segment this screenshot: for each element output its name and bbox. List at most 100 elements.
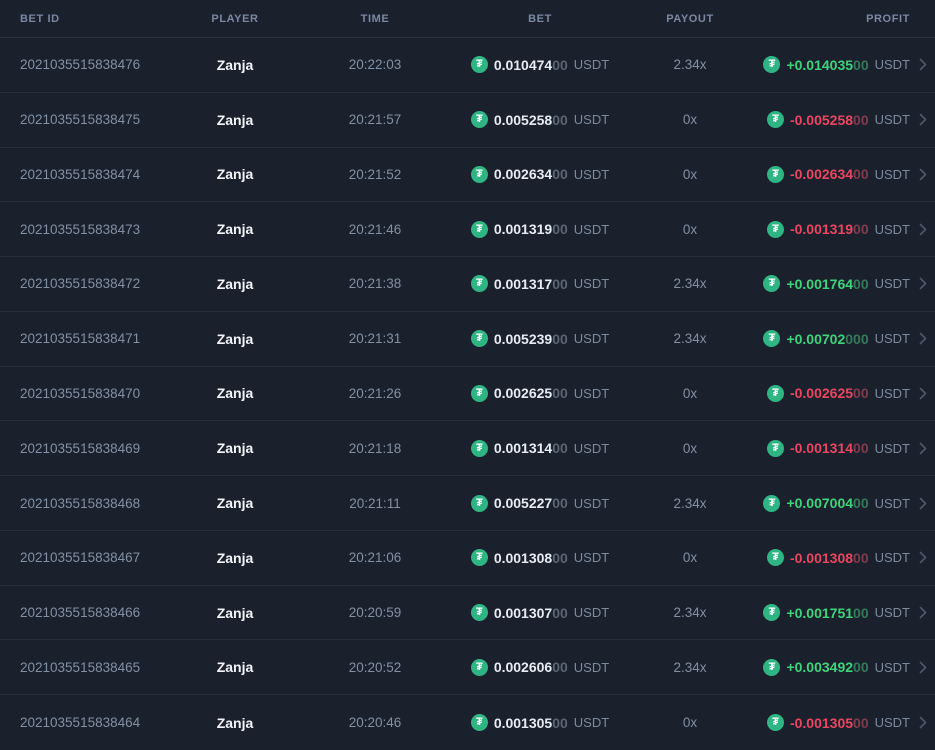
chevron-right-icon[interactable] bbox=[919, 606, 927, 619]
bet-time: 20:21:11 bbox=[349, 495, 401, 511]
bet-currency-label: USDT bbox=[573, 550, 610, 566]
tether-icon: ₮ bbox=[766, 439, 784, 457]
chevron-right-icon[interactable] bbox=[919, 497, 927, 510]
profit-currency-label: USDT bbox=[874, 331, 910, 347]
bet-time: 20:21:18 bbox=[348, 440, 402, 456]
profit-currency-label: USDT bbox=[874, 166, 910, 182]
bet-id-value: 2021035515838467 bbox=[20, 550, 141, 566]
player-name: Zanja bbox=[216, 659, 254, 676]
profit-currency-label: USDT bbox=[874, 659, 910, 675]
tether-icon: ₮ bbox=[470, 111, 488, 129]
bet-time: 20:21:38 bbox=[348, 276, 402, 292]
row-detail-chevron-cell bbox=[910, 640, 935, 694]
chevron-right-icon[interactable] bbox=[919, 551, 927, 564]
table-row[interactable]: 2021035515838471 Zanja 20:21:31 ₮ 0.0052… bbox=[0, 312, 935, 367]
chevron-right-icon[interactable] bbox=[919, 332, 927, 345]
bet-amount-cell: ₮ 0.00523900 USDT bbox=[470, 330, 610, 348]
chevron-right-icon[interactable] bbox=[919, 442, 927, 455]
profit-amount-trailing-zeros: 00 bbox=[853, 604, 869, 621]
bet-amount-trailing-zeros: 00 bbox=[552, 275, 568, 292]
table-row[interactable]: 2021035515838465 Zanja 20:20:52 ₮ 0.0026… bbox=[0, 640, 935, 696]
bet-amount-cell: ₮ 0.01047400 USDT bbox=[470, 56, 610, 74]
profit-amount-trailing-zeros: 000 bbox=[845, 330, 869, 347]
bet-amount-cell: ₮ 0.00130700 USDT bbox=[470, 604, 610, 622]
profit-amount-trailing-zeros: 00 bbox=[853, 549, 869, 566]
profit-amount: -0.00262500 bbox=[789, 385, 869, 402]
tether-icon: ₮ bbox=[470, 56, 488, 74]
bet-id-value: 2021035515838471 bbox=[20, 331, 141, 347]
profit-amount-trailing-zeros: 00 bbox=[853, 56, 869, 73]
player-name: Zanja bbox=[216, 166, 254, 183]
tether-icon: ₮ bbox=[470, 330, 488, 348]
bet-currency-label: USDT bbox=[573, 495, 610, 511]
profit-amount: -0.00263400 bbox=[789, 166, 869, 183]
chevron-right-icon[interactable] bbox=[919, 277, 927, 290]
table-row[interactable]: 2021035515838467 Zanja 20:21:06 ₮ 0.0013… bbox=[0, 531, 935, 586]
bet-currency-label: USDT bbox=[573, 166, 610, 182]
bet-time: 20:21:26 bbox=[348, 385, 402, 401]
bet-currency-label: USDT bbox=[573, 659, 610, 675]
chevron-right-icon[interactable] bbox=[919, 113, 927, 126]
table-body: 2021035515838476 Zanja 20:22:03 ₮ 0.0104… bbox=[0, 38, 935, 750]
chevron-right-icon[interactable] bbox=[919, 58, 927, 71]
payout-multiplier: 2.34x bbox=[673, 276, 707, 292]
bet-amount-trailing-zeros: 00 bbox=[552, 549, 568, 566]
payout-multiplier: 0x bbox=[682, 221, 698, 237]
table-row[interactable]: 2021035515838468 Zanja 20:21:11 ₮ 0.0052… bbox=[0, 476, 935, 531]
table-row[interactable]: 2021035515838470 Zanja 20:21:26 ₮ 0.0026… bbox=[0, 367, 935, 422]
chevron-right-icon[interactable] bbox=[919, 223, 927, 236]
payout-multiplier: 0x bbox=[682, 550, 698, 566]
table-row[interactable]: 2021035515838476 Zanja 20:22:03 ₮ 0.0104… bbox=[0, 38, 935, 93]
profit-amount-cell: ₮ -0.00130500 USDT bbox=[766, 714, 910, 732]
table-row[interactable]: 2021035515838473 Zanja 20:21:46 ₮ 0.0013… bbox=[0, 202, 935, 258]
payout-multiplier: 2.34x bbox=[673, 659, 707, 675]
tether-icon: ₮ bbox=[766, 714, 784, 732]
row-detail-chevron-cell bbox=[910, 257, 935, 311]
table-row[interactable]: 2021035515838464 Zanja 20:20:46 ₮ 0.0013… bbox=[0, 695, 935, 750]
table-row[interactable]: 2021035515838469 Zanja 20:21:18 ₮ 0.0013… bbox=[0, 421, 935, 477]
bet-amount: 0.00130500 bbox=[493, 714, 568, 731]
bet-amount-trailing-zeros: 00 bbox=[552, 111, 568, 128]
profit-amount-trailing-zeros: 00 bbox=[853, 111, 869, 128]
chevron-right-icon[interactable] bbox=[919, 661, 927, 674]
profit-amount-cell: ₮ -0.00131900 USDT bbox=[766, 220, 910, 238]
bet-amount-trailing-zeros: 00 bbox=[552, 385, 568, 402]
tether-icon: ₮ bbox=[470, 604, 488, 622]
table-row[interactable]: 2021035515838466 Zanja 20:20:59 ₮ 0.0013… bbox=[0, 586, 935, 641]
bet-amount: 0.00525800 bbox=[493, 111, 568, 128]
column-header-time: TIME bbox=[360, 12, 390, 25]
chevron-right-icon[interactable] bbox=[919, 168, 927, 181]
bet-amount-cell: ₮ 0.00525800 USDT bbox=[470, 111, 610, 129]
bet-amount-trailing-zeros: 00 bbox=[552, 714, 568, 731]
payout-multiplier: 0x bbox=[682, 715, 698, 731]
tether-icon: ₮ bbox=[763, 604, 781, 622]
profit-currency-label: USDT bbox=[874, 495, 910, 511]
column-header-bet: BET bbox=[528, 12, 552, 25]
row-detail-chevron-cell bbox=[910, 148, 935, 202]
profit-amount: +0.00702000 bbox=[786, 330, 869, 347]
tether-icon: ₮ bbox=[763, 330, 781, 348]
bet-amount-cell: ₮ 0.00263400 USDT bbox=[470, 165, 610, 183]
bet-id-value: 2021035515838473 bbox=[20, 221, 141, 237]
chevron-right-icon[interactable] bbox=[919, 716, 927, 729]
bet-time: 20:21:46 bbox=[348, 221, 402, 237]
bet-amount-cell: ₮ 0.00260600 USDT bbox=[470, 658, 610, 676]
profit-amount-trailing-zeros: 00 bbox=[853, 221, 869, 238]
row-detail-chevron-cell bbox=[910, 202, 935, 256]
column-header-profit: PROFIT bbox=[866, 12, 910, 25]
row-detail-chevron-cell bbox=[910, 421, 935, 475]
bet-amount: 0.01047400 bbox=[493, 56, 568, 73]
table-row[interactable]: 2021035515838474 Zanja 20:21:52 ₮ 0.0026… bbox=[0, 148, 935, 203]
profit-amount-trailing-zeros: 00 bbox=[853, 495, 869, 511]
profit-amount: -0.00130800 bbox=[789, 549, 869, 566]
profit-amount: -0.00130500 bbox=[789, 714, 869, 731]
bet-currency-label: USDT bbox=[573, 605, 610, 621]
table-row[interactable]: 2021035515838475 Zanja 20:21:57 ₮ 0.0052… bbox=[0, 93, 935, 148]
chevron-right-icon[interactable] bbox=[919, 387, 927, 400]
row-detail-chevron-cell bbox=[910, 367, 935, 421]
bet-amount-cell: ₮ 0.00522700 USDT bbox=[470, 494, 610, 512]
bet-amount-trailing-zeros: 00 bbox=[552, 495, 568, 511]
table-row[interactable]: 2021035515838472 Zanja 20:21:38 ₮ 0.0013… bbox=[0, 257, 935, 312]
bet-amount: 0.00522700 bbox=[493, 495, 568, 511]
bet-amount: 0.00523900 bbox=[493, 330, 568, 347]
